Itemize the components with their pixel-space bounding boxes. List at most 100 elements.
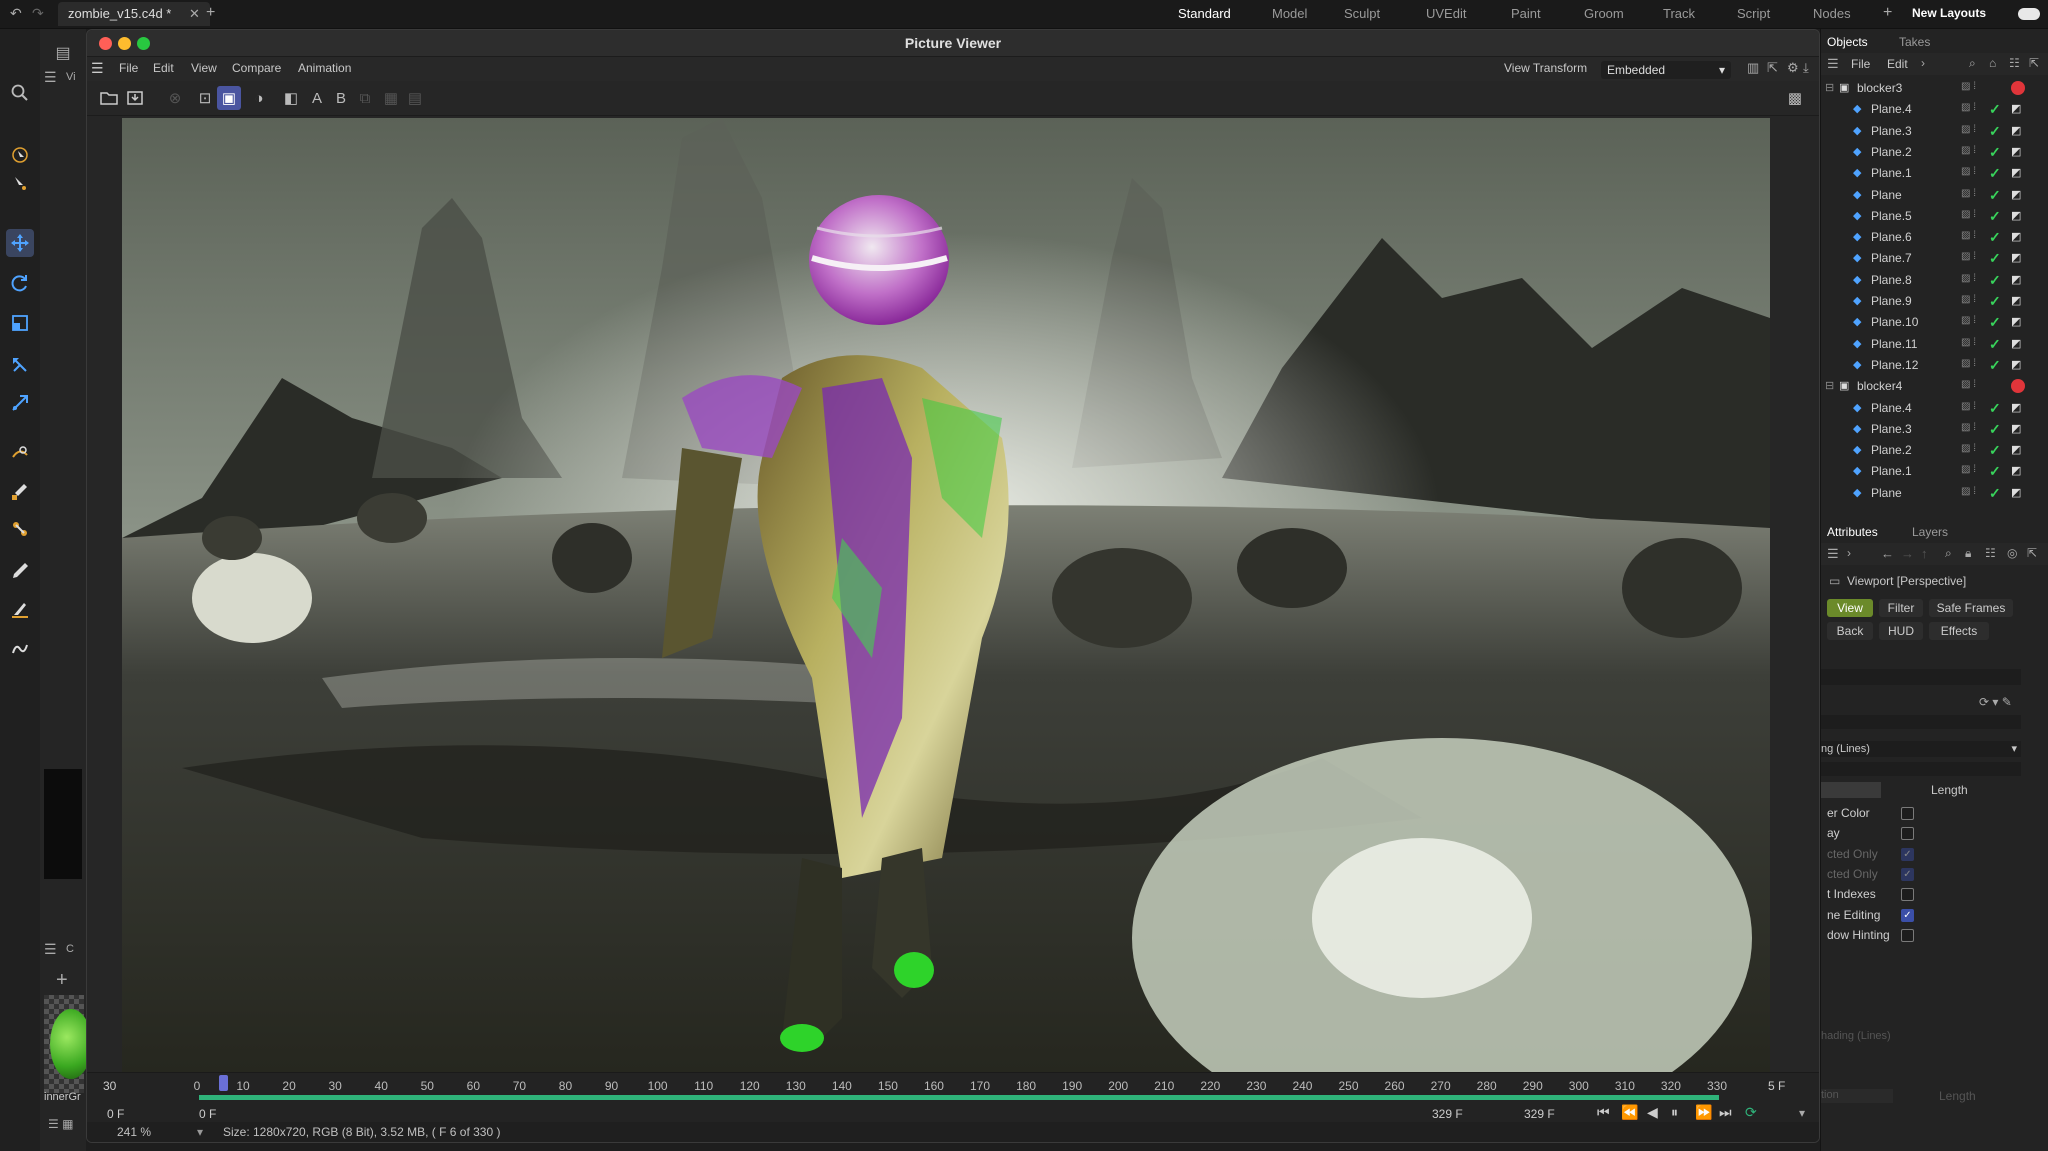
object-row[interactable]: ◆ Plane.11 ▨ ⁞ ✓ ◩: [1821, 334, 2048, 355]
material-tag-icon[interactable]: ◩: [2011, 294, 2021, 307]
compare-a-button[interactable]: A: [305, 86, 329, 110]
collapse-icon[interactable]: ⊟: [1825, 81, 1834, 94]
visibility-dots-icon[interactable]: ▨ ⁞: [1961, 124, 1976, 135]
settings-icon[interactable]: ⚙: [1787, 60, 1799, 76]
playhead[interactable]: [219, 1075, 228, 1091]
material-tag-icon[interactable]: ◩: [2011, 145, 2021, 158]
minimize-window-button[interactable]: [118, 37, 131, 50]
overlay-icon[interactable]: ▤: [403, 86, 427, 110]
enabled-check-icon[interactable]: ✓: [1989, 357, 2001, 374]
refresh-icon[interactable]: ⟳ ▾ ✎: [1979, 695, 2012, 709]
live-select-icon[interactable]: [6, 169, 34, 197]
enabled-check-icon[interactable]: ✓: [1989, 187, 2001, 204]
enabled-check-icon[interactable]: ✓: [1989, 314, 2001, 331]
material-tag-icon[interactable]: ◩: [2011, 209, 2021, 222]
menu-icon[interactable]: ☰: [44, 941, 57, 958]
external-icon[interactable]: ⇱: [1767, 60, 1778, 76]
material-tag-icon[interactable]: ◩: [2011, 124, 2021, 137]
footer-field[interactable]: tion: [1821, 1089, 1893, 1103]
tab-layers[interactable]: Layers: [1906, 522, 1954, 542]
paint-icon[interactable]: [6, 557, 34, 585]
attribute-checkbox[interactable]: ✓: [1901, 847, 1914, 861]
visibility-dots-icon[interactable]: ▨ ⁞: [1961, 315, 1976, 326]
attr-tab-back[interactable]: Back: [1827, 622, 1873, 640]
save-icon[interactable]: [123, 86, 147, 110]
layout-tab-standard[interactable]: Standard: [1172, 5, 1237, 23]
object-row[interactable]: ◆ Plane.1 ▨ ⁞ ✓ ◩: [1821, 461, 2048, 482]
object-row[interactable]: ◆ Plane ▨ ⁞ ✓ ◩: [1821, 185, 2048, 206]
rotate-tool-icon[interactable]: [6, 269, 34, 297]
enabled-check-icon[interactable]: ✓: [1989, 336, 2001, 353]
visibility-dots-icon[interactable]: ▨ ⁞: [1961, 294, 1976, 305]
visibility-dots-icon[interactable]: ▨ ⁞: [1961, 337, 1976, 348]
search-icon[interactable]: ⌕: [1945, 546, 1952, 561]
material-tag-icon[interactable]: ◩: [2011, 464, 2021, 477]
list-view-icon[interactable]: ☰ ▦: [48, 1117, 73, 1131]
enabled-check-icon[interactable]: ✓: [1989, 421, 2001, 438]
menu-icon[interactable]: ☰: [44, 69, 57, 86]
align-icon[interactable]: [6, 389, 34, 417]
material-tag-icon[interactable]: ◩: [2011, 273, 2021, 286]
enabled-check-icon[interactable]: ✓: [1989, 463, 2001, 480]
enabled-check-icon[interactable]: ✓: [1989, 144, 2001, 161]
forward-arrow-icon[interactable]: →: [1901, 546, 1914, 561]
attr-tab-hud[interactable]: HUD: [1879, 622, 1923, 640]
footer-dropdown[interactable]: hading (Lines): [1821, 1030, 2021, 1044]
object-row[interactable]: ◆ Plane.7 ▨ ⁞ ✓ ◩: [1821, 248, 2048, 269]
attr-tab-filter[interactable]: Filter: [1879, 599, 1923, 617]
material-tag-icon[interactable]: ◩: [2011, 337, 2021, 350]
material-tag-icon[interactable]: ◩: [2011, 358, 2021, 371]
object-row[interactable]: ◆ Plane.5 ▨ ⁞ ✓ ◩: [1821, 206, 2048, 227]
visibility-dots-icon[interactable]: ▨ ⁞: [1961, 251, 1976, 262]
undo-icon[interactable]: ↶: [10, 5, 22, 22]
back-arrow-icon[interactable]: ←: [1881, 546, 1894, 561]
object-row[interactable]: ◆ Plane.12 ▨ ⁞ ✓ ◩: [1821, 355, 2048, 376]
lock-icon[interactable]: 🔒︎: [1965, 546, 1971, 561]
objects-menu-edit[interactable]: Edit: [1887, 57, 1908, 71]
pause-icon[interactable]: ⏸: [1671, 1104, 1678, 1121]
step-forward-icon[interactable]: ⏩: [1695, 1104, 1712, 1121]
visibility-dots-icon[interactable]: ▨ ⁞: [1961, 230, 1976, 241]
object-row[interactable]: ◆ Plane.4 ▨ ⁞ ✓ ◩: [1821, 398, 2048, 419]
redo-icon[interactable]: ↷: [32, 5, 44, 22]
enabled-check-icon[interactable]: ✓: [1989, 293, 2001, 310]
material-tag-icon[interactable]: ◩: [2011, 251, 2021, 264]
object-row[interactable]: ◆ Plane.1 ▨ ⁞ ✓ ◩: [1821, 163, 2048, 184]
xpresso-tag-icon[interactable]: [2011, 81, 2025, 95]
enabled-check-icon[interactable]: ✓: [1989, 485, 2001, 502]
layout-tab-sculpt[interactable]: Sculpt: [1338, 5, 1386, 23]
object-row[interactable]: ◆ Plane.2 ▨ ⁞ ✓ ◩: [1821, 142, 2048, 163]
scale-tool-icon[interactable]: [6, 309, 34, 337]
visibility-dots-icon[interactable]: ▨ ⁞: [1961, 464, 1976, 475]
tab-objects[interactable]: Objects: [1821, 32, 1874, 52]
attribute-checkbox[interactable]: [1901, 928, 1914, 942]
fit-icon[interactable]: ⊡: [193, 86, 217, 110]
spline-pen-icon[interactable]: [6, 439, 34, 467]
material-tag-icon[interactable]: ◩: [2011, 486, 2021, 499]
play-reverse-icon[interactable]: ◀: [1647, 1104, 1658, 1121]
stop-render-icon[interactable]: ⊗: [163, 86, 187, 110]
polygon-pen-icon[interactable]: [6, 515, 34, 543]
document-tab[interactable]: zombie_v15.c4d * ✕: [58, 2, 210, 26]
collapse-icon[interactable]: ⊟: [1825, 379, 1834, 392]
loop-icon[interactable]: ⟳: [1745, 1104, 1757, 1121]
object-row[interactable]: ◆ Plane ▨ ⁞ ✓ ◩: [1821, 483, 2048, 504]
object-row[interactable]: ◆ Plane.2 ▨ ⁞ ✓ ◩: [1821, 440, 2048, 461]
go-to-start-icon[interactable]: ⏮: [1597, 1104, 1610, 1121]
attr-slider[interactable]: [1821, 782, 1881, 798]
material-tag-icon[interactable]: ◩: [2011, 230, 2021, 243]
object-row[interactable]: ⊟ ▣ blocker4 ▨ ⁞: [1821, 376, 2048, 397]
objects-menu-file[interactable]: File: [1851, 57, 1870, 71]
knife-icon[interactable]: [6, 595, 34, 623]
move-tool-icon[interactable]: [6, 229, 34, 257]
tab-attributes[interactable]: Attributes: [1821, 522, 1884, 542]
sketch-icon[interactable]: [6, 635, 34, 663]
start-frame-field[interactable]: 0 F: [199, 1107, 216, 1121]
maximize-window-button[interactable]: [137, 37, 150, 50]
brush-icon[interactable]: [6, 477, 34, 505]
layout-tab-paint[interactable]: Paint: [1505, 5, 1547, 23]
attribute-checkbox[interactable]: ✓: [1901, 908, 1914, 922]
visibility-dots-icon[interactable]: ▨ ⁞: [1961, 166, 1976, 177]
attr-tab-safe-frames[interactable]: Safe Frames: [1929, 599, 2013, 617]
chevron-right-icon[interactable]: ›: [1921, 56, 1925, 70]
